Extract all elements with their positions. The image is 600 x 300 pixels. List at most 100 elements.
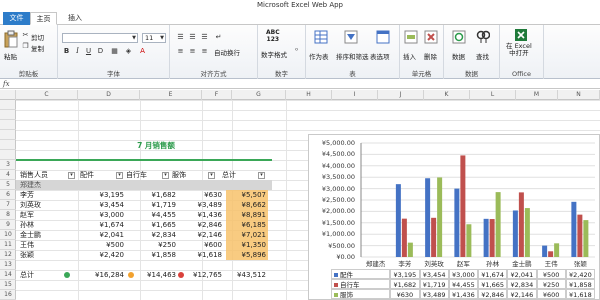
bar-服饰[interactable] [407,242,413,257]
bar-服饰[interactable] [437,177,443,257]
bar-自行车[interactable] [518,192,524,257]
align-middle-icon[interactable]: ☰ [188,33,197,42]
as-table-button[interactable]: 作为表 [309,51,329,61]
bar-配件[interactable] [425,178,431,257]
data-button[interactable]: 数据 [452,51,465,61]
row-header[interactable] [0,110,16,120]
select-all-corner[interactable] [0,90,16,100]
row-header[interactable] [0,120,16,130]
row-header[interactable]: 11 [0,240,16,250]
row-header[interactable] [0,150,16,160]
row-header[interactable] [0,140,16,150]
bar-服饰[interactable] [524,208,530,257]
wrap-text-icon[interactable]: ↵ [214,33,223,42]
row-header[interactable]: 7 [0,200,16,210]
row-header[interactable]: 14 [0,270,16,280]
column-header[interactable]: G [232,90,286,100]
cut-button[interactable]: 剪切 [31,32,44,42]
row-header[interactable]: 8 [0,210,16,220]
font-size-combo[interactable]: 11 ▼ [142,33,166,43]
bar-配件[interactable] [571,201,577,257]
delete-cells-button[interactable]: 删除 [424,51,437,61]
excel-icon[interactable] [514,28,528,42]
bar-服饰[interactable] [554,243,560,257]
find-icon[interactable] [476,30,490,44]
row-header[interactable]: 4 [0,170,16,180]
tab-file[interactable]: 文件 [3,12,30,25]
sort-filter-button[interactable]: 排序和筛选 [336,51,369,61]
bar-自行车[interactable] [489,219,495,257]
bar-自行车[interactable] [548,251,554,257]
column-header[interactable]: M [516,90,558,100]
copy-icon[interactable]: ❐ [21,42,30,51]
row-header[interactable]: 5 [0,180,16,190]
filter-dropdown-icon[interactable]: ▾ [162,172,169,179]
align-top-icon[interactable]: ☰ [176,33,185,42]
align-left-icon[interactable]: ≡ [176,47,185,56]
row-header[interactable] [0,100,16,110]
bar-配件[interactable] [395,184,401,257]
bar-自行车[interactable] [431,217,437,257]
row-header[interactable]: 15 [0,280,16,290]
tab-home[interactable]: 主页 [30,12,57,25]
row-header[interactable]: 12 [0,250,16,260]
tab-insert[interactable]: 插入 [62,12,88,25]
function-icon[interactable]: fx [3,80,10,89]
italic-icon[interactable]: I [73,47,82,56]
fill-color-icon[interactable]: ◈ [124,47,133,56]
row-header[interactable]: 13 [0,260,16,270]
sort-filter-icon[interactable] [344,30,358,44]
column-header[interactable]: N [558,90,600,100]
bar-配件[interactable] [512,210,518,257]
cut-icon[interactable]: ✂ [21,31,30,40]
filter-dropdown-icon[interactable]: ▾ [208,172,215,179]
underline-icon[interactable]: U [84,47,93,56]
borders-icon[interactable]: ▦ [110,47,119,56]
wrap-text-button[interactable]: 自动换行 [214,47,240,57]
refresh-data-icon[interactable] [452,30,466,44]
row-header[interactable]: 9 [0,220,16,230]
row-header[interactable]: 16 [0,290,16,300]
table-options-icon[interactable] [376,30,390,44]
align-center-icon[interactable]: ≡ [188,47,197,56]
font-color-icon[interactable]: A [138,47,147,56]
column-header[interactable]: L [470,90,516,100]
filter-dropdown-icon[interactable]: ▾ [116,172,123,179]
filter-dropdown-icon[interactable]: ▾ [258,172,265,179]
row-header[interactable]: 10 [0,230,16,240]
bar-配件[interactable] [483,218,489,257]
column-header[interactable]: C [16,90,78,100]
bar-配件[interactable] [542,245,548,257]
bar-配件[interactable] [454,188,460,257]
paste-icon[interactable] [4,30,18,48]
row-header[interactable]: 3 [0,160,16,170]
column-header[interactable]: K [424,90,470,100]
bar-服饰[interactable] [583,220,589,257]
column-header[interactable]: D [78,90,140,100]
sales-chart[interactable]: ¥5,000.00 ¥4,500.00 ¥4,000.00 ¥3,500.00 ¥3,0… [308,134,600,300]
number-format-icon[interactable]: ABC 123 [266,29,280,43]
delete-cells-icon[interactable] [424,30,438,44]
align-right-icon[interactable]: ≡ [200,47,209,56]
bold-icon[interactable]: B [62,47,71,56]
double-underline-icon[interactable]: D [96,47,105,56]
column-header[interactable]: H [286,90,332,100]
font-name-combo[interactable]: ▼ [62,33,138,43]
bar-自行车[interactable] [401,218,407,257]
insert-cells-icon[interactable] [404,30,418,44]
bar-自行车[interactable] [460,155,466,257]
column-header[interactable]: F [202,90,232,100]
open-in-excel-button[interactable]: 在 Excel 中打开 [506,43,532,57]
align-bottom-icon[interactable]: ☰ [200,33,209,42]
decimal-icon[interactable]: ⁰ [292,47,301,56]
as-table-icon[interactable] [314,30,328,44]
find-button[interactable]: 查找 [476,51,489,61]
number-format-button[interactable]: 数字格式 [261,49,287,59]
row-header[interactable]: 6 [0,190,16,200]
filter-dropdown-icon[interactable]: ▾ [68,172,75,179]
insert-cells-button[interactable]: 插入 [403,51,416,61]
column-header[interactable]: I [332,90,378,100]
bar-服饰[interactable] [495,192,501,257]
column-header[interactable]: E [140,90,202,100]
bar-自行车[interactable] [577,214,583,257]
